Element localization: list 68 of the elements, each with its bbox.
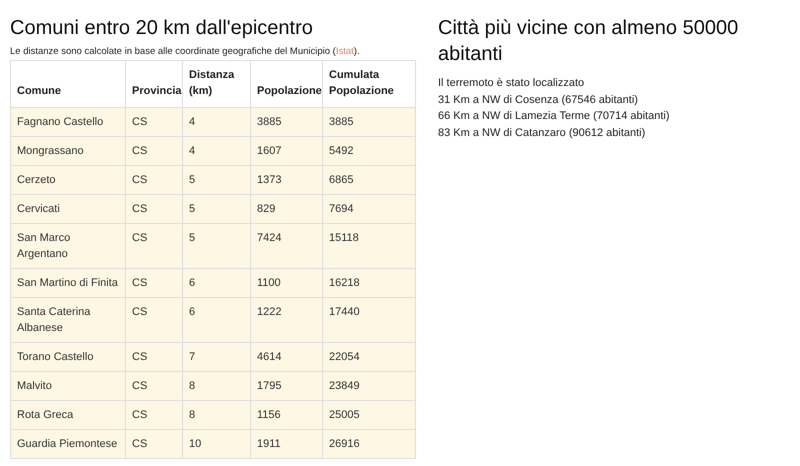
table-cell: 6 — [182, 268, 250, 298]
table-cell: CS — [126, 224, 182, 268]
table-cell: 16218 — [322, 268, 416, 298]
table-cell: 5 — [182, 224, 250, 268]
table-cell: 4 — [182, 136, 250, 166]
table-cell: CS — [126, 166, 182, 194]
column-header: Comune — [10, 60, 126, 108]
column-header: Popolazione — [250, 60, 322, 108]
section-title: Città più vicine con almeno 50000 abitanti — [438, 16, 740, 67]
table-cell: 4 — [182, 108, 250, 136]
column-header: Cumulata Popolazione — [322, 60, 416, 108]
table-cell: 5492 — [322, 136, 416, 166]
table-cell: CS — [126, 268, 182, 298]
table-cell: 25005 — [322, 400, 416, 430]
table-cell: 7 — [182, 342, 250, 372]
table-cell: CS — [126, 342, 182, 372]
table-cell: 5 — [182, 166, 250, 194]
table-cell: 1795 — [250, 372, 322, 400]
table-cell: 8 — [182, 372, 250, 400]
table-cell: 1100 — [250, 268, 322, 298]
info-line: 83 Km a NW di Catanzaro (90612 abitanti) — [438, 126, 646, 140]
table-cell: 22054 — [322, 342, 416, 372]
table-cell: CS — [126, 194, 182, 224]
table-cell: Malvito — [10, 372, 126, 400]
istat-link[interactable]: Istat — [336, 46, 354, 57]
table-cell: 1373 — [250, 166, 322, 194]
table-cell: Cerzeto — [10, 166, 126, 194]
table-cell: 8 — [182, 400, 250, 430]
table-cell: 6 — [182, 298, 250, 342]
table-cell: 4614 — [250, 342, 322, 372]
table-cell: San Martino di Finita — [10, 268, 126, 298]
table-cell: Mongrassano — [10, 136, 126, 166]
note-text: Le distanze sono calcolate in base alle coordinate geografiche del Municipio (Istat). — [10, 46, 361, 58]
table-cell: CS — [126, 430, 182, 458]
section-title: Comuni entro 20 km dall'epicentro — [10, 16, 314, 41]
table-cell: Guardia Piemontese — [10, 430, 126, 458]
info-line: 66 Km a NW di Lamezia Terme (70714 abitanti) — [438, 109, 671, 124]
table-cell: 17440 — [322, 298, 416, 342]
table-cell: CS — [126, 136, 182, 166]
table-cell: Cervicati — [10, 194, 126, 224]
table-cell: 15118 — [322, 224, 416, 268]
table-cell: 26916 — [322, 430, 416, 458]
table-cell: 1911 — [250, 430, 322, 458]
table-cell: Rota Greca — [10, 400, 126, 430]
table-cell: CS — [126, 372, 182, 400]
table-cell: Torano Castello — [10, 342, 126, 372]
table-cell: Fagnano Castello — [10, 108, 126, 136]
table-cell: CS — [126, 298, 182, 342]
table-cell: CS — [126, 400, 182, 430]
table-cell: 23849 — [322, 372, 416, 400]
table-cell: Santa Caterina Albanese — [10, 298, 126, 342]
table-cell: San Marco Argentano — [10, 224, 126, 268]
table-cell: 10 — [182, 430, 250, 458]
table-cell: 6865 — [322, 166, 416, 194]
table-cell: 3885 — [250, 108, 322, 136]
table-cell: 1222 — [250, 298, 322, 342]
table-cell: 3885 — [322, 108, 416, 136]
table-cell: CS — [126, 108, 182, 136]
table-cell: 829 — [250, 194, 322, 224]
table-cell: 7424 — [250, 224, 322, 268]
table-cell: 5 — [182, 194, 250, 224]
column-header: Provincia — [126, 60, 182, 108]
column-header: Distanza (km) — [182, 60, 250, 108]
table-cell: 7694 — [322, 194, 416, 224]
table-cell: 1156 — [250, 400, 322, 430]
info-line: 31 Km a NW di Cosenza (67546 abitanti) — [438, 92, 639, 108]
table-cell: 1607 — [250, 136, 322, 166]
info-line: Il terremoto è stato localizzato — [438, 76, 586, 91]
